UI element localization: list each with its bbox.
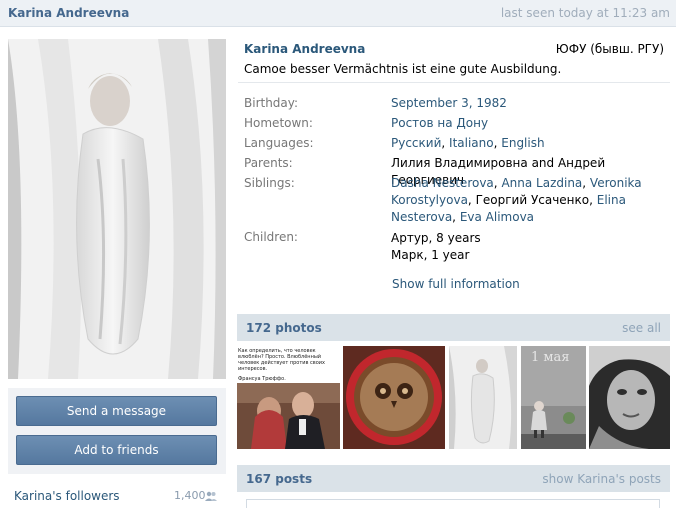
- parents-label: Parents:: [244, 156, 293, 170]
- profile-actions: Send a message Add to friends: [8, 388, 226, 474]
- photos-header: 172 photos see all: [237, 314, 670, 341]
- thumbnail-caption: Как определить, что человек влюблён? Про…: [238, 348, 326, 372]
- language-link[interactable]: Русский: [391, 136, 441, 150]
- posts-title[interactable]: 167 posts: [246, 472, 312, 486]
- photo-thumbnail[interactable]: [449, 346, 517, 449]
- sibling-link[interactable]: Dasha Nesterova: [391, 176, 494, 190]
- birthday-label: Birthday:: [244, 96, 299, 110]
- top-bar-name[interactable]: Karina Andreevna: [8, 6, 129, 20]
- hometown-label: Hometown:: [244, 116, 313, 130]
- photo-thumbnail[interactable]: [343, 346, 445, 449]
- thumbnail-overlay-text: 1 мая: [531, 350, 570, 365]
- see-all-link[interactable]: see all: [622, 321, 661, 335]
- birthday-value: September 3, 1982: [391, 95, 666, 112]
- followers-count: 1,400: [174, 489, 206, 502]
- people-icon: [205, 490, 217, 504]
- show-full-info-link[interactable]: Show full information: [392, 277, 520, 291]
- siblings-value: Dasha Nesterova, Anna Lazdina, Veronika …: [391, 176, 642, 224]
- photo-thumbnail[interactable]: 1 мая: [521, 346, 586, 449]
- children-label: Children:: [244, 230, 298, 244]
- followers-link[interactable]: Karina's followers: [14, 489, 120, 503]
- sibling-link[interactable]: Eva Alimova: [460, 210, 534, 224]
- language-link[interactable]: Italiano: [449, 136, 494, 150]
- child-item: Артур, 8 years: [391, 231, 481, 245]
- languages-label: Languages:: [244, 136, 314, 150]
- photo-thumbnail[interactable]: Как определить, что человек влюблён? Про…: [237, 346, 340, 449]
- birthday-link[interactable]: September 3, 1982: [391, 96, 507, 110]
- languages-value: Русский, Italiano, English: [391, 136, 545, 150]
- divider: [238, 82, 670, 83]
- post-input-box[interactable]: [246, 499, 660, 508]
- show-posts-link[interactable]: show Karina's posts: [542, 472, 661, 486]
- language-link[interactable]: English: [501, 136, 544, 150]
- hometown-link[interactable]: Ростов на Дону: [391, 116, 488, 130]
- siblings-label: Siblings:: [244, 176, 295, 190]
- sibling-name: Георгий Усаченко: [475, 193, 590, 207]
- top-bar: Karina Andreevna last seen today at 11:2…: [0, 0, 676, 27]
- child-item: Марк, 1 year: [391, 248, 470, 262]
- university[interactable]: ЮФУ (бывш. РГУ): [556, 42, 664, 56]
- sibling-link[interactable]: Anna Lazdina: [501, 176, 582, 190]
- thumbnail-author: Франсуа Трюффо.: [238, 376, 286, 382]
- photo-thumbnail[interactable]: [589, 346, 670, 449]
- last-seen-status: last seen today at 11:23 am: [500, 6, 670, 20]
- hometown-value: Ростов на Дону: [391, 115, 666, 132]
- posts-header: 167 posts show Karina's posts: [237, 465, 670, 492]
- add-to-friends-button[interactable]: Add to friends: [16, 435, 217, 465]
- photos-title[interactable]: 172 photos: [246, 321, 322, 335]
- status-text[interactable]: Camoe besser Vermächtnis ist eine gute A…: [244, 62, 561, 76]
- profile-photo[interactable]: [8, 39, 226, 379]
- send-message-button[interactable]: Send a message: [16, 396, 217, 426]
- children-value: Артур, 8 years Марк, 1 year: [391, 230, 666, 264]
- profile-name: Karina Andreevna: [244, 42, 366, 56]
